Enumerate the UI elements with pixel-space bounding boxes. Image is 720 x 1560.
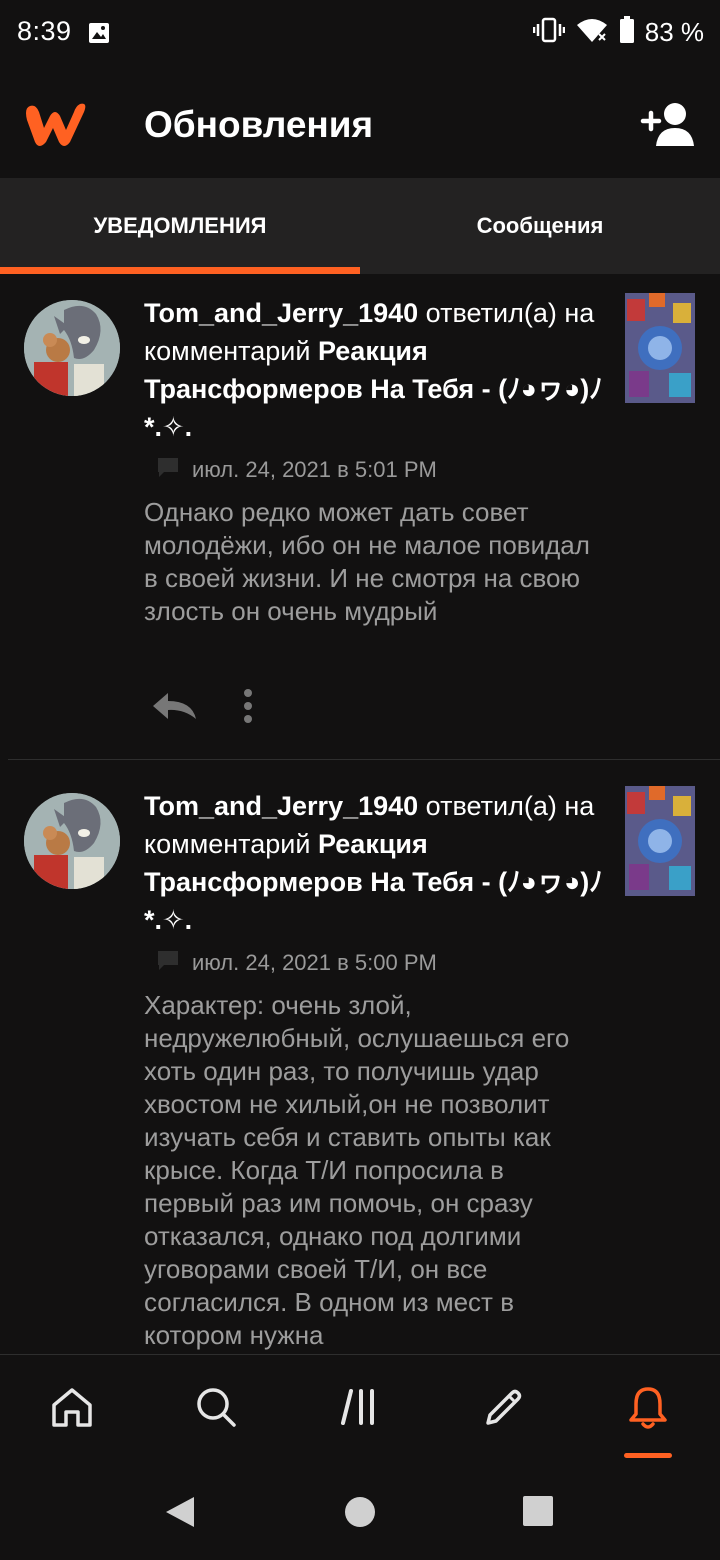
bell-icon (626, 1384, 670, 1435)
timestamp: июл. 24, 2021 в 5:01 PM (192, 457, 437, 482)
comment-actions (150, 688, 254, 729)
story-cover[interactable] (625, 293, 695, 403)
status-bar: 8:39 83 % (0, 0, 720, 70)
notification-item[interactable]: Tom_and_Jerry_1940 ответил(а) на коммент… (0, 274, 720, 760)
vibrate-icon (532, 17, 565, 48)
active-tab-indicator (624, 1453, 672, 1458)
timestamp: июл. 24, 2021 в 5:00 PM (192, 950, 437, 975)
bottom-navigation (0, 1354, 720, 1463)
nav-notifications-button[interactable] (618, 1379, 678, 1439)
comment-text: Однако редко может дать совет молодёжи, … (144, 497, 590, 626)
comment-icon (156, 949, 180, 977)
notification-headline: Tom_and_Jerry_1940 ответил(а) на коммент… (144, 294, 606, 446)
nav-library-button[interactable] (330, 1379, 390, 1439)
wattpad-logo-icon[interactable] (22, 98, 88, 155)
username-link[interactable]: Tom_and_Jerry_1940 (144, 791, 418, 821)
add-user-icon[interactable] (640, 100, 696, 153)
tab-messages[interactable]: Сообщения (360, 178, 720, 274)
wifi-icon (575, 17, 609, 48)
more-options-icon[interactable] (242, 688, 254, 729)
notification-meta: июл. 24, 2021 в 5:00 PM (156, 949, 437, 977)
notification-meta: июл. 24, 2021 в 5:01 PM (156, 456, 437, 484)
home-icon (50, 1385, 94, 1434)
story-cover[interactable] (625, 786, 695, 896)
battery-icon (619, 16, 635, 49)
notification-feed[interactable]: Tom_and_Jerry_1940 ответил(а) на коммент… (0, 274, 720, 1354)
nav-search-button[interactable] (186, 1379, 246, 1439)
comment-icon (156, 456, 180, 484)
home-circle-icon[interactable] (345, 1497, 375, 1532)
system-navigation-bar (0, 1462, 720, 1560)
battery-percent: 83 % (644, 17, 704, 47)
page-title: Обновления (144, 104, 374, 145)
tab-bar: УВЕДОМЛЕНИЯ Сообщения (0, 178, 720, 274)
avatar[interactable] (24, 793, 120, 889)
search-icon (194, 1385, 238, 1434)
nav-home-button[interactable] (42, 1379, 102, 1439)
app-bar: Обновления (0, 70, 720, 178)
library-icon (338, 1385, 382, 1434)
recents-icon[interactable] (523, 1496, 553, 1531)
image-notification-icon (88, 22, 110, 49)
username-link[interactable]: Tom_and_Jerry_1940 (144, 298, 418, 328)
avatar[interactable] (24, 300, 120, 396)
comment-text: Характер: очень злой, недружелюбный, осл… (144, 990, 570, 1350)
back-icon[interactable] (164, 1495, 196, 1534)
notification-item[interactable]: Tom_and_Jerry_1940 ответил(а) на коммент… (0, 760, 720, 1354)
tab-notifications[interactable]: УВЕДОМЛЕНИЯ (0, 178, 360, 274)
notification-headline: Tom_and_Jerry_1940 ответил(а) на коммент… (144, 787, 606, 939)
reply-icon[interactable] (150, 689, 198, 728)
pencil-icon (482, 1385, 526, 1434)
status-time: 8:39 (17, 16, 72, 46)
nav-write-button[interactable] (474, 1379, 534, 1439)
